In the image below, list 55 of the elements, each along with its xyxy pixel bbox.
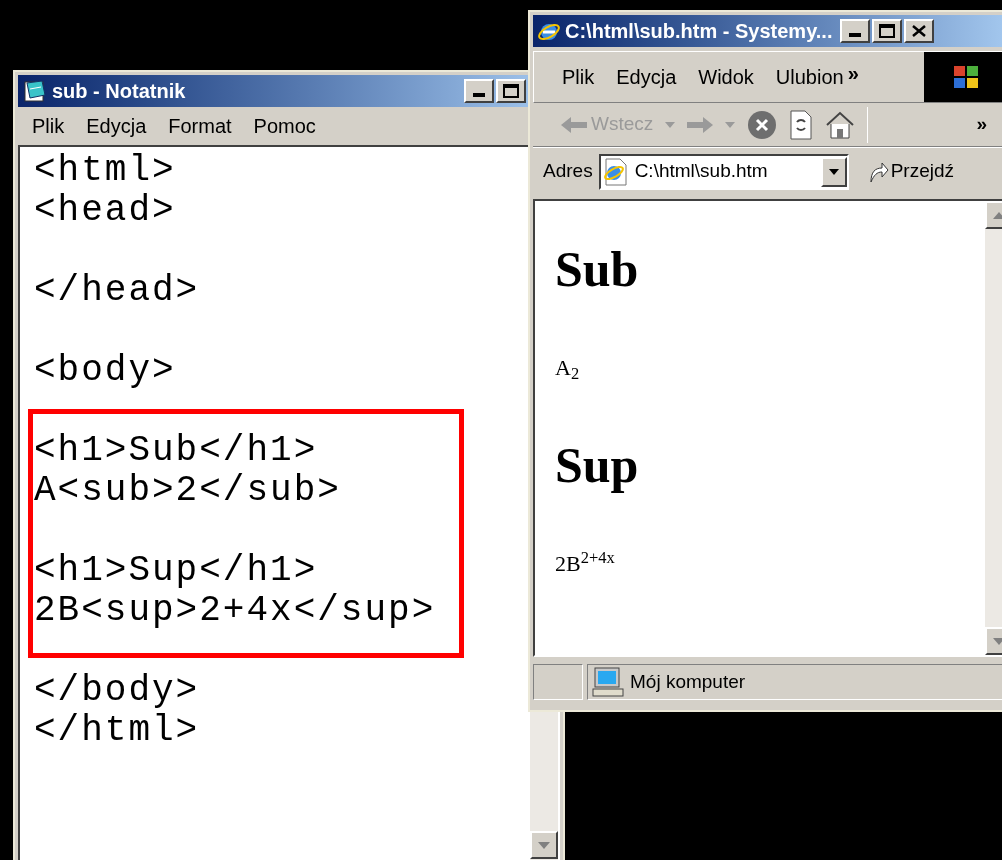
- stop-icon[interactable]: [747, 109, 778, 140]
- page-paragraph: 2B$^{2+4x}$: [555, 551, 615, 577]
- page-paragraph: A$_{2}$: [555, 355, 580, 381]
- menu-item[interactable]: Edycja: [86, 111, 147, 141]
- down-arrow-icon: [538, 841, 550, 849]
- maximize-icon: [503, 84, 519, 98]
- code-line: A<sub>2</sub>: [34, 471, 341, 511]
- maximize-button[interactable]: [872, 19, 903, 43]
- maximize-icon: [879, 24, 896, 38]
- home-icon[interactable]: [825, 110, 856, 139]
- code-line: </head>: [34, 271, 200, 311]
- minimize-button[interactable]: [464, 79, 494, 103]
- notepad-icon: [22, 79, 48, 103]
- page-heading: Sup: [555, 437, 639, 493]
- refresh-icon[interactable]: [789, 109, 814, 140]
- menu-item[interactable]: Ulubion: [775, 62, 844, 92]
- address-dropdown-button[interactable]: [820, 156, 847, 187]
- back-arrow-icon: [561, 116, 587, 133]
- menu-item[interactable]: Widok: [698, 62, 754, 92]
- address-label: Adres: [543, 159, 593, 184]
- menu-item[interactable]: Edycja: [616, 62, 677, 92]
- menu-item[interactable]: Plik: [562, 62, 595, 92]
- menu-overflow-chevron[interactable]: »: [847, 58, 859, 88]
- computer-icon: [592, 667, 624, 697]
- windows-logo-icon: [952, 63, 980, 91]
- maximize-button[interactable]: [496, 79, 526, 103]
- code-line: </body>: [34, 671, 200, 711]
- code-line: <html>: [34, 151, 176, 191]
- close-icon: [912, 25, 927, 37]
- toolbar-overflow-chevron[interactable]: »: [976, 110, 987, 139]
- code-line: <h1>Sup</h1>: [34, 551, 318, 591]
- code-line: 2B<sup>2+4x</sup>: [34, 591, 436, 631]
- scroll-down-button[interactable]: [530, 831, 558, 859]
- minimize-icon: [849, 33, 862, 37]
- down-arrow-icon: [993, 637, 1002, 645]
- status-text: Mój komputer: [630, 669, 746, 694]
- window-title: sub - Notatnik: [52, 79, 186, 104]
- menu-item[interactable]: Format: [168, 111, 232, 141]
- menu-item[interactable]: Plik: [32, 111, 65, 141]
- minimize-button[interactable]: [840, 19, 871, 43]
- minimize-icon: [473, 93, 485, 97]
- up-arrow-icon: [993, 211, 1002, 219]
- window-title: C:\html\sub.htm - Systemy...: [565, 19, 833, 44]
- page-icon: [602, 157, 629, 186]
- address-field[interactable]: C:\html\sub.htm: [598, 153, 849, 190]
- status-pane: [533, 664, 583, 700]
- code-line: <head>: [34, 191, 176, 231]
- page-heading: Sub: [555, 241, 639, 297]
- close-button[interactable]: [904, 19, 935, 43]
- code-line: <h1>Sub</h1>: [34, 431, 318, 471]
- code-line: <body>: [34, 351, 176, 391]
- code-line: </html>: [34, 711, 200, 751]
- dropdown-arrow-icon: [828, 168, 839, 175]
- go-button[interactable]: Przejdź: [866, 157, 954, 186]
- menu-item[interactable]: Pomoc: [253, 111, 316, 141]
